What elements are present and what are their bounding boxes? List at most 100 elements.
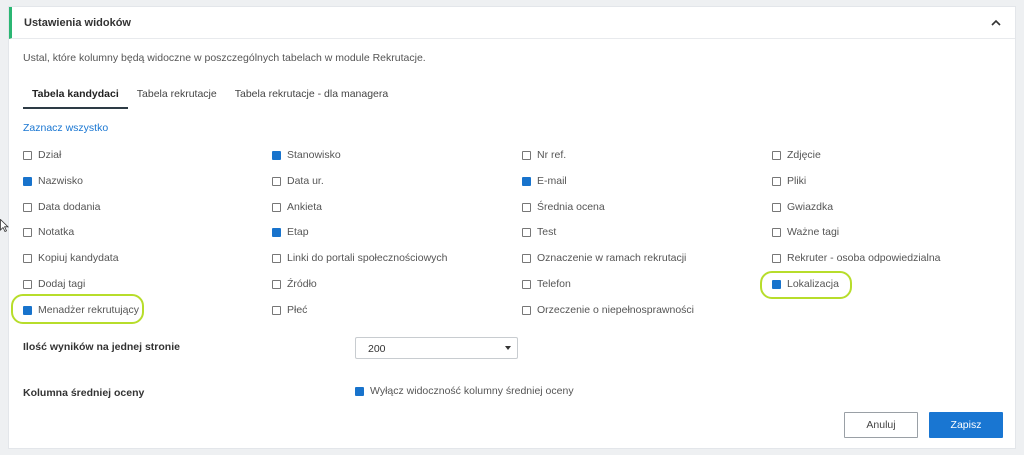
checkbox-box[interactable] bbox=[23, 150, 32, 160]
results-per-page-label: Ilość wyników na jednej stronie bbox=[23, 341, 180, 353]
checkbox-label: Etap bbox=[287, 226, 309, 238]
tab-recruitments[interactable]: Tabela rekrutacje bbox=[128, 87, 226, 109]
checkbox-box[interactable] bbox=[522, 279, 531, 289]
checkbox-label: Notatka bbox=[38, 226, 75, 238]
select-all-link[interactable]: Zaznacz wszystko bbox=[23, 122, 108, 134]
checkbox-label: Gwiazdka bbox=[787, 201, 834, 213]
checkbox-label: Orzeczenie o niepełnosprawności bbox=[537, 304, 695, 316]
checkbox-box[interactable] bbox=[23, 176, 32, 186]
checkbox-box[interactable] bbox=[522, 305, 531, 315]
cancel-button[interactable]: Anuluj bbox=[844, 412, 918, 438]
checkbox-box[interactable] bbox=[272, 176, 281, 186]
column-checkbox[interactable]: Rekruter - osoba odpowiedzialna bbox=[772, 251, 941, 265]
checkbox-label: Źródło bbox=[287, 278, 317, 290]
checkbox-box[interactable] bbox=[23, 202, 32, 212]
checkbox-box[interactable] bbox=[772, 279, 781, 289]
checkbox-box[interactable] bbox=[23, 253, 32, 263]
checkbox-label: Telefon bbox=[537, 278, 571, 290]
checkbox-box[interactable] bbox=[272, 150, 281, 160]
checkbox-label: Stanowisko bbox=[287, 149, 341, 161]
column-checkbox[interactable]: Orzeczenie o niepełnosprawności bbox=[522, 303, 694, 317]
column-checkbox[interactable]: Dział bbox=[23, 148, 61, 162]
column-checkbox[interactable]: Telefon bbox=[522, 277, 571, 291]
column-checkbox[interactable]: Nr ref. bbox=[522, 148, 566, 162]
checkbox-label: Średnia ocena bbox=[537, 201, 605, 213]
column-checkbox[interactable]: Dodaj tagi bbox=[23, 277, 85, 291]
checkbox-box[interactable] bbox=[772, 202, 781, 212]
checkbox-label: Kopiuj kandydata bbox=[38, 252, 119, 264]
tab-recruitments-manager[interactable]: Tabela rekrutacje - dla managera bbox=[226, 87, 398, 109]
checkbox-box[interactable] bbox=[272, 305, 281, 315]
column-checkbox[interactable]: Lokalizacja bbox=[772, 277, 839, 291]
column-checkbox[interactable]: Stanowisko bbox=[272, 148, 341, 162]
panel-header[interactable]: Ustawienia widoków bbox=[9, 7, 1015, 39]
checkbox-label: Nr ref. bbox=[537, 149, 567, 161]
checkbox-box[interactable] bbox=[355, 386, 364, 396]
avg-rating-option-label: Wyłącz widoczność kolumny średniej oceny bbox=[370, 385, 574, 397]
checkbox-label: Menadżer rekrutujący bbox=[38, 304, 139, 316]
table-tabs: Tabela kandydaci Tabela rekrutacje Tabel… bbox=[23, 87, 397, 109]
checkbox-label: Pliki bbox=[787, 175, 807, 187]
column-checkbox[interactable]: Średnia ocena bbox=[522, 200, 605, 214]
checkbox-label: Data ur. bbox=[287, 175, 324, 187]
column-checkbox[interactable]: Data dodania bbox=[23, 200, 100, 214]
column-checkbox[interactable]: E-mail bbox=[522, 174, 567, 188]
checkbox-box[interactable] bbox=[272, 253, 281, 263]
checkbox-label: E-mail bbox=[537, 175, 567, 187]
checkbox-label: Zdjęcie bbox=[787, 149, 821, 161]
checkbox-box[interactable] bbox=[23, 305, 32, 315]
results-per-page-value: 200 bbox=[368, 343, 386, 355]
checkbox-label: Oznaczenie w ramach rekrutacji bbox=[537, 252, 687, 264]
column-checkbox[interactable]: Menadżer rekrutujący bbox=[23, 303, 139, 317]
chevron-up-icon[interactable] bbox=[989, 16, 1003, 30]
checkbox-box[interactable] bbox=[772, 176, 781, 186]
checkbox-label: Test bbox=[537, 226, 557, 238]
avg-rating-checkbox[interactable]: Wyłącz widoczność kolumny średniej oceny bbox=[355, 384, 574, 398]
panel-title: Ustawienia widoków bbox=[24, 17, 131, 29]
checkbox-box[interactable] bbox=[772, 227, 781, 237]
column-checkbox[interactable]: Pliki bbox=[772, 174, 806, 188]
column-checkbox[interactable]: Zdjęcie bbox=[772, 148, 821, 162]
avg-rating-label: Kolumna średniej oceny bbox=[23, 387, 145, 399]
checkbox-box[interactable] bbox=[23, 279, 32, 289]
checkbox-box[interactable] bbox=[522, 150, 531, 160]
checkbox-label: Ankieta bbox=[287, 201, 323, 213]
panel-description: Ustal, które kolumny będą widoczne w pos… bbox=[23, 52, 426, 64]
chevron-down-icon bbox=[505, 346, 511, 350]
checkbox-label: Ważne tagi bbox=[787, 226, 840, 238]
column-checkbox[interactable]: Kopiuj kandydata bbox=[23, 251, 119, 265]
checkbox-box[interactable] bbox=[522, 253, 531, 263]
checkbox-label: Nazwisko bbox=[38, 175, 83, 187]
checkbox-box[interactable] bbox=[23, 227, 32, 237]
column-checkbox[interactable]: Źródło bbox=[272, 277, 317, 291]
column-checkbox[interactable]: Test bbox=[522, 225, 556, 239]
results-per-page-select[interactable]: 200 bbox=[355, 337, 518, 359]
column-checkbox[interactable]: Płeć bbox=[272, 303, 307, 317]
column-checkbox[interactable]: Data ur. bbox=[272, 174, 324, 188]
checkbox-box[interactable] bbox=[272, 202, 281, 212]
column-checkbox[interactable]: Ankieta bbox=[272, 200, 322, 214]
checkbox-box[interactable] bbox=[772, 150, 781, 160]
checkbox-box[interactable] bbox=[272, 227, 281, 237]
column-checkbox[interactable]: Nazwisko bbox=[23, 174, 83, 188]
save-button[interactable]: Zapisz bbox=[929, 412, 1003, 438]
checkbox-label: Linki do portali społecznościowych bbox=[287, 252, 448, 264]
checkbox-box[interactable] bbox=[522, 202, 531, 212]
checkbox-label: Lokalizacja bbox=[787, 278, 839, 290]
column-checkbox[interactable]: Ważne tagi bbox=[772, 225, 839, 239]
checkbox-label: Dział bbox=[38, 149, 62, 161]
column-checkbox[interactable]: Etap bbox=[272, 225, 309, 239]
column-checkbox[interactable]: Gwiazdka bbox=[772, 200, 833, 214]
tab-candidates[interactable]: Tabela kandydaci bbox=[23, 87, 128, 109]
column-checkbox[interactable]: Oznaczenie w ramach rekrutacji bbox=[522, 251, 686, 265]
checkbox-label: Płeć bbox=[287, 304, 308, 316]
checkbox-box[interactable] bbox=[522, 176, 531, 186]
checkbox-box[interactable] bbox=[772, 253, 781, 263]
column-checkbox[interactable]: Linki do portali społecznościowych bbox=[272, 251, 448, 265]
mouse-pointer-icon bbox=[0, 219, 9, 232]
checkbox-box[interactable] bbox=[522, 227, 531, 237]
checkbox-box[interactable] bbox=[272, 279, 281, 289]
checkbox-label: Data dodania bbox=[38, 201, 101, 213]
column-checkbox[interactable]: Notatka bbox=[23, 225, 74, 239]
view-settings-panel: Ustawienia widoków Ustal, które kolumny … bbox=[8, 6, 1016, 449]
